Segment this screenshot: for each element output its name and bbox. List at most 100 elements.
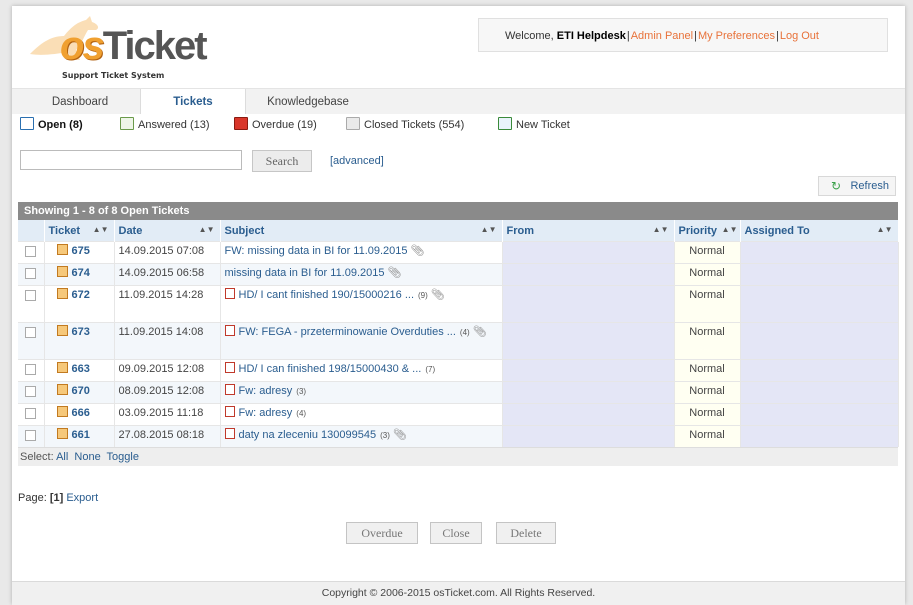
row-checkbox[interactable]	[25, 246, 36, 257]
sort-icon: ▲▼	[198, 225, 215, 234]
select-none-link[interactable]: None	[74, 451, 100, 463]
admin-panel-link[interactable]: Admin Panel	[631, 30, 693, 42]
brand-os: os	[60, 24, 105, 68]
tickets-table: Ticket ▲▼ Date ▲▼ Subject ▲▼ From ▲▼ Priorit…	[18, 220, 899, 447]
subnav-open[interactable]: Open (8)	[20, 114, 83, 136]
date-cell: 14.09.2015 06:58	[114, 263, 221, 286]
subject-cell: daty na zleceniu 130099545 (3) 📎︎	[220, 425, 503, 447]
subject-link[interactable]: FW: missing data in BI for 11.09.2015	[225, 245, 408, 257]
sort-icon: ▲▼	[876, 225, 893, 234]
subnav-new-ticket[interactable]: New Ticket	[498, 114, 570, 136]
ticket-number-link[interactable]: 673	[72, 326, 90, 338]
col-ticket[interactable]: Ticket ▲▼	[44, 220, 115, 242]
col-assigned-to[interactable]: Assigned To ▲▼	[740, 220, 899, 242]
logo[interactable]: osTicket Support Ticket System	[20, 14, 230, 80]
row-checkbox[interactable]	[25, 364, 36, 375]
subject-link[interactable]: missing data in BI for 11.09.2015	[225, 267, 385, 279]
subject-link[interactable]: Fw: adresy	[239, 385, 293, 397]
col-priority[interactable]: Priority ▲▼	[674, 220, 741, 242]
subnav-answered[interactable]: Answered (13)	[120, 114, 210, 136]
log-out-link[interactable]: Log Out	[780, 30, 819, 42]
col-from[interactable]: From ▲▼	[502, 220, 675, 242]
select-all-link[interactable]: All	[56, 451, 68, 463]
close-button[interactable]: Close	[430, 522, 482, 544]
table-row[interactable]: 661 27.08.2015 08:18 daty na zleceniu 1300…	[18, 425, 899, 447]
subject-cell: HD/ I can finished 198/15000430 & ... (7)	[220, 359, 503, 382]
subject-cell: Fw: adresy (3)	[220, 381, 503, 404]
overdue-button[interactable]: Overdue	[346, 522, 418, 544]
subject-link[interactable]: Fw: adresy	[239, 407, 293, 419]
subject-link[interactable]: FW: FEGA - przeterminowanie Overduties .…	[239, 326, 456, 338]
header: osTicket Support Ticket System Welcome, …	[12, 6, 905, 88]
col-assigned-to-label: Assigned To	[744, 224, 810, 237]
table-row[interactable]: 672 11.09.2015 14:28 HD/ I cant finished 1…	[18, 285, 899, 323]
ticket-number-link[interactable]: 670	[72, 385, 90, 397]
answered-icon	[120, 117, 134, 130]
table-row[interactable]: 670 08.09.2015 12:08 Fw: adresy (3) Normal	[18, 381, 899, 404]
assigned-to-cell	[740, 322, 899, 360]
refresh-label: Refresh	[850, 180, 889, 192]
ticket-number-link[interactable]: 672	[72, 289, 90, 301]
row-checkbox[interactable]	[25, 386, 36, 397]
subnav-open-label: Open (8)	[38, 119, 83, 131]
from-cell	[502, 285, 675, 323]
subnav-closed[interactable]: Closed Tickets (554)	[346, 114, 464, 136]
search-input[interactable]	[20, 150, 242, 170]
sort-icon: ▲▼	[92, 225, 109, 234]
ticket-cell: 666	[44, 403, 115, 426]
ticket-cell: 675	[44, 241, 115, 264]
ticket-number-link[interactable]: 661	[72, 429, 90, 441]
assigned-to-cell	[740, 241, 899, 264]
priority-cell: Normal	[674, 322, 741, 360]
ticket-number-link[interactable]: 674	[72, 267, 90, 279]
table-header-row: Ticket ▲▼ Date ▲▼ Subject ▲▼ From ▲▼ Priorit…	[18, 220, 899, 242]
current-page[interactable]: [1]	[50, 492, 63, 504]
row-select-cell	[18, 322, 45, 360]
table-row[interactable]: 673 11.09.2015 14:08 FW: FEGA - przetermin…	[18, 322, 899, 360]
page: osTicket Support Ticket System Welcome, …	[12, 6, 905, 605]
subnav-overdue[interactable]: Overdue (19)	[234, 114, 317, 136]
ticket-number-link[interactable]: 675	[72, 245, 90, 257]
tab-tickets[interactable]: Tickets	[140, 89, 246, 115]
row-checkbox[interactable]	[25, 430, 36, 441]
reply-count: (3)	[296, 387, 307, 396]
select-row: Select: All None Toggle	[18, 447, 898, 466]
subject-link[interactable]: HD/ I can finished 198/15000430 & ...	[239, 363, 422, 375]
col-subject[interactable]: Subject ▲▼	[220, 220, 503, 242]
refresh-button[interactable]: ↻ Refresh	[818, 176, 896, 196]
subject-link[interactable]: daty na zleceniu 130099545	[239, 429, 377, 441]
table-row[interactable]: 663 09.09.2015 12:08 HD/ I can finished 19…	[18, 359, 899, 382]
date-cell: 27.08.2015 08:18	[114, 425, 221, 447]
my-preferences-link[interactable]: My Preferences	[698, 30, 775, 42]
tab-dashboard[interactable]: Dashboard	[40, 89, 120, 115]
delete-button[interactable]: Delete	[496, 522, 556, 544]
row-checkbox[interactable]	[25, 290, 36, 301]
subject-cell: FW: FEGA - przeterminowanie Overduties .…	[220, 322, 503, 360]
col-date-label: Date	[118, 224, 143, 237]
select-toggle-link[interactable]: Toggle	[107, 451, 139, 463]
search-button[interactable]: Search	[252, 150, 312, 172]
subject-link[interactable]: HD/ I cant finished 190/15000216 ...	[239, 289, 415, 301]
table-row[interactable]: 675 14.09.2015 07:08 FW: missing data in B…	[18, 241, 899, 264]
brand-name: osTicket	[60, 24, 208, 68]
ticket-cell: 674	[44, 263, 115, 286]
ticket-number-link[interactable]: 666	[72, 407, 90, 419]
ticket-cell: 661	[44, 425, 115, 447]
row-checkbox[interactable]	[25, 268, 36, 279]
export-link[interactable]: Export	[66, 492, 98, 504]
subject-cell: HD/ I cant finished 190/15000216 ... (9) 📎…	[220, 285, 503, 323]
col-date[interactable]: Date ▲▼	[114, 220, 221, 242]
user-info-bar: Welcome, ETI Helpdesk|Admin Panel|My Pre…	[478, 18, 888, 52]
reply-count: (7)	[425, 365, 436, 374]
open-folder-icon	[20, 117, 34, 130]
thread-icon	[224, 428, 235, 439]
welcome-text: Welcome,	[505, 30, 554, 42]
ticket-number-link[interactable]: 663	[72, 363, 90, 375]
advanced-search-link[interactable]: [advanced]	[330, 150, 384, 172]
date-cell: 11.09.2015 14:28	[114, 285, 221, 323]
tab-knowledgebase[interactable]: Knowledgebase	[252, 89, 364, 115]
table-row[interactable]: 674 14.09.2015 06:58 missing data in BI fo…	[18, 263, 899, 286]
table-row[interactable]: 666 03.09.2015 11:18 Fw: adresy (4) Normal	[18, 403, 899, 426]
row-checkbox[interactable]	[25, 408, 36, 419]
row-checkbox[interactable]	[25, 327, 36, 338]
